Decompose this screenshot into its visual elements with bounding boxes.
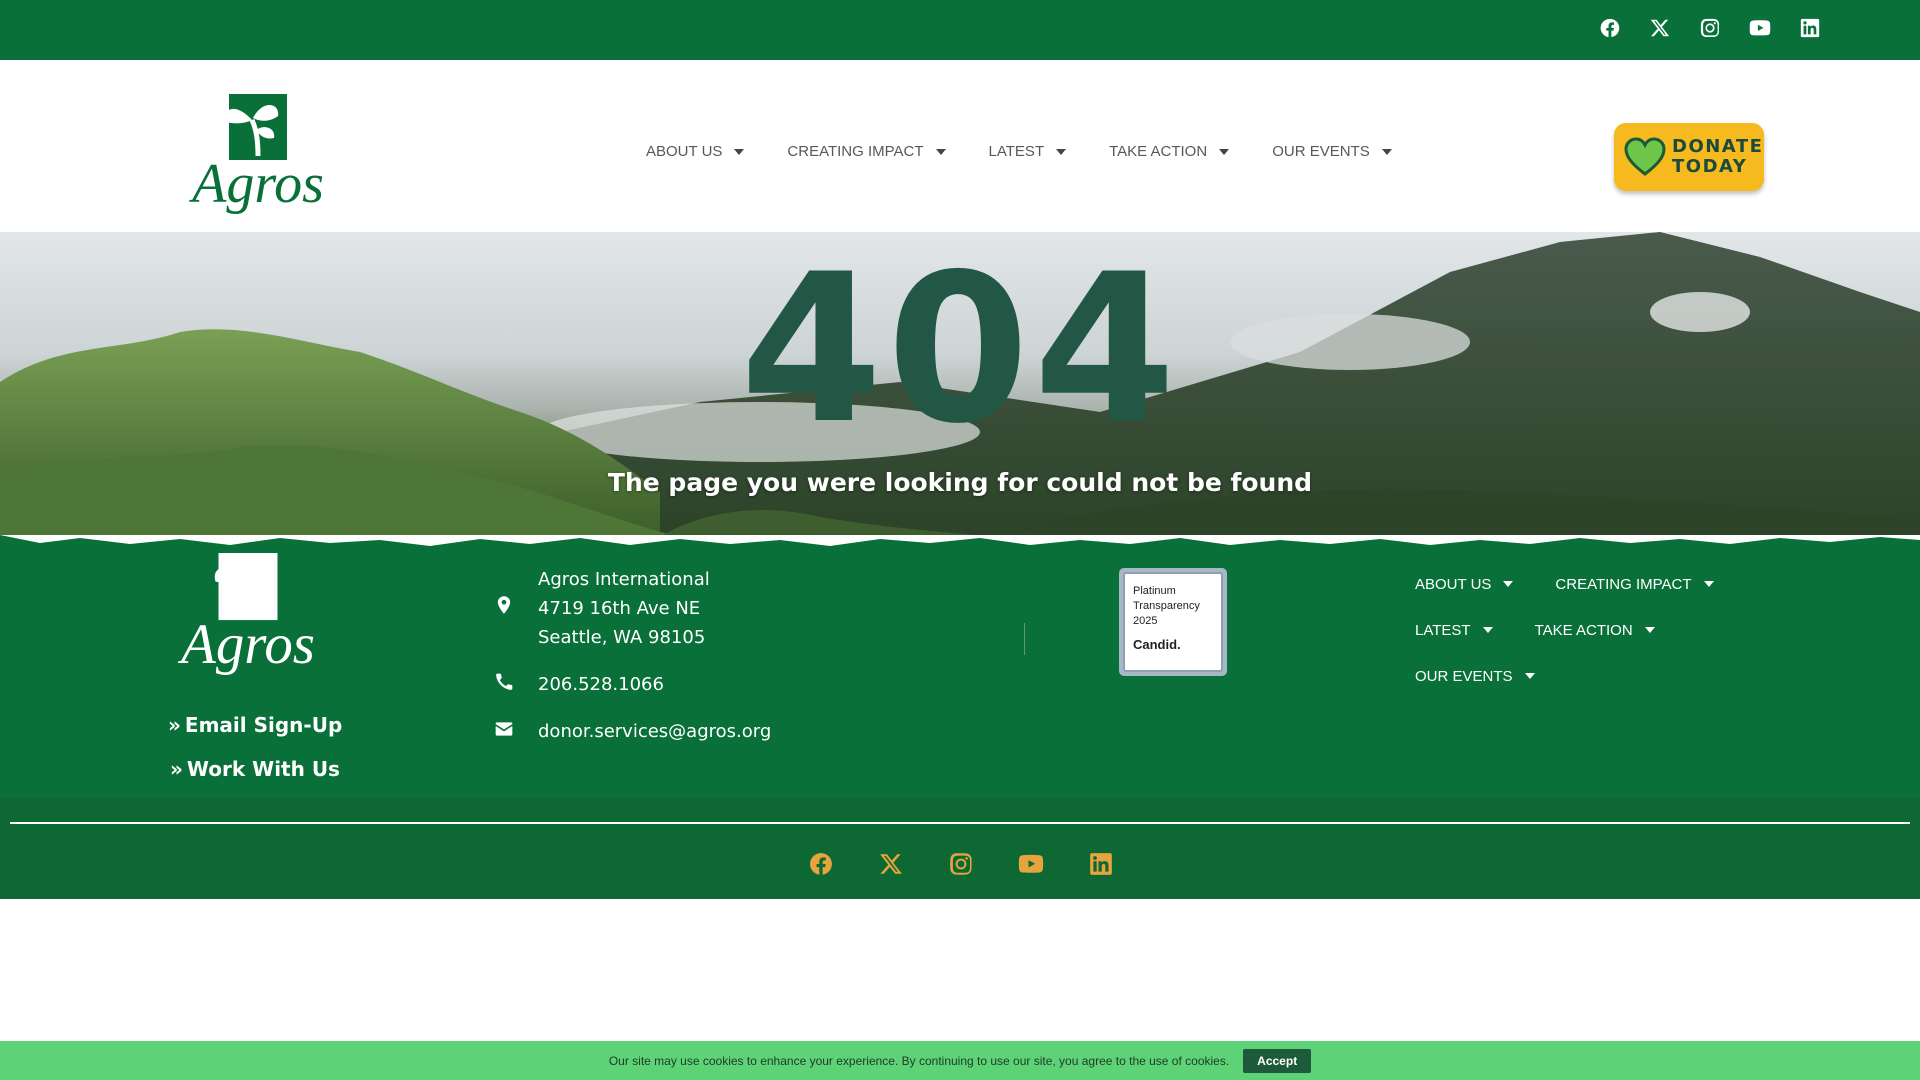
agros-logo-mark — [186, 94, 330, 214]
donate-label: DONATE TODAY — [1672, 137, 1763, 177]
vertical-divider — [1024, 623, 1025, 655]
top-bar — [0, 0, 1920, 60]
instagram-link[interactable] — [946, 849, 975, 878]
work-with-us-link[interactable]: » Work With Us — [170, 757, 340, 781]
error-code: 404 — [740, 232, 1180, 469]
header-social-links — [1596, 14, 1824, 42]
nav-label: ABOUT US — [1415, 575, 1492, 593]
footer-nav-about-us[interactable]: ABOUT US — [1415, 575, 1514, 593]
nav-label: TAKE ACTION — [1534, 621, 1633, 639]
youtube-icon — [1018, 851, 1044, 877]
x-twitter-link[interactable] — [876, 849, 905, 878]
main-nav: ABOUT US CREATING IMPACT LATEST TAKE ACT… — [646, 143, 1435, 160]
facebook-icon — [1599, 17, 1621, 39]
footer-divider-line — [10, 822, 1910, 824]
footer-agros-logo[interactable] — [168, 553, 328, 675]
footer-nav-our-events[interactable]: OUR EVENTS — [1415, 667, 1535, 685]
youtube-link[interactable] — [1016, 849, 1045, 878]
nav-our-events[interactable]: OUR EVENTS — [1272, 143, 1392, 160]
heart-icon — [1624, 137, 1666, 176]
caret-down-icon — [1503, 581, 1514, 587]
donate-today-button[interactable]: DONATE TODAY — [1614, 123, 1764, 191]
linkedin-link[interactable] — [1086, 849, 1115, 878]
org-name: Agros International — [538, 569, 710, 590]
caret-down-icon — [1381, 148, 1392, 155]
badge-line-3: 2025 — [1133, 615, 1158, 627]
nav-label: LATEST — [1415, 621, 1471, 639]
badge-brand: Candid. — [1133, 637, 1181, 652]
phone-row[interactable]: 206.528.1066 — [492, 670, 812, 699]
nav-label: TAKE ACTION — [1109, 143, 1208, 160]
nav-label: CREATING IMPACT — [787, 143, 924, 160]
footer-bottom — [0, 798, 1920, 899]
cookie-message: Our site may use cookies to enhance your… — [608, 1053, 1230, 1068]
facebook-link[interactable] — [1596, 14, 1624, 42]
nav-creating-impact[interactable]: CREATING IMPACT — [787, 143, 946, 160]
badge-card: Platinum Transparency 2025 Candid. — [1123, 572, 1223, 672]
double-chevron-right-icon: » — [168, 713, 181, 737]
error-message: The page you were looking for could not … — [607, 468, 1313, 497]
donate-line-2: TODAY — [1672, 156, 1748, 177]
address-row: Agros International 4719 16th Ave NE Sea… — [492, 565, 812, 652]
footer-nav-creating-impact[interactable]: CREATING IMPACT — [1555, 575, 1714, 593]
caret-down-icon — [734, 148, 745, 155]
youtube-icon — [1749, 17, 1771, 39]
linkedin-icon — [1088, 851, 1114, 877]
envelope-icon — [492, 719, 516, 743]
cookie-banner: Our site may use cookies to enhance your… — [0, 1041, 1920, 1080]
nav-label: ABOUT US — [646, 143, 723, 160]
phone-number: 206.528.1066 — [538, 674, 664, 695]
work-with-us-label: Work With Us — [186, 757, 340, 781]
caret-down-icon — [1703, 581, 1714, 587]
phone-icon — [492, 672, 516, 696]
facebook-link[interactable] — [806, 849, 835, 878]
x-twitter-icon — [1649, 17, 1671, 39]
footer-nav-take-action[interactable]: TAKE ACTION — [1535, 621, 1655, 639]
caret-down-icon — [935, 148, 946, 155]
nav-label: OUR EVENTS — [1415, 667, 1513, 685]
email-row[interactable]: donor.services@agros.org — [492, 717, 812, 746]
linkedin-icon — [1799, 17, 1821, 39]
caret-down-icon — [1482, 627, 1493, 633]
nav-label: CREATING IMPACT — [1555, 575, 1692, 593]
street-address: 4719 16th Ave NE — [538, 598, 701, 619]
instagram-icon — [948, 851, 974, 877]
agros-logo[interactable] — [186, 94, 330, 214]
footer-social-links — [806, 849, 1115, 878]
instagram-icon — [1699, 17, 1721, 39]
candid-transparency-badge[interactable]: Platinum Transparency 2025 Candid. — [1119, 568, 1227, 676]
youtube-link[interactable] — [1746, 14, 1774, 42]
city-address: Seattle, WA 98105 — [538, 627, 706, 648]
hero-banner: 404 The page you were looking for could … — [0, 232, 1920, 537]
linkedin-link[interactable] — [1796, 14, 1824, 42]
x-twitter-icon — [878, 851, 904, 877]
badge-line-1: Platinum — [1133, 585, 1176, 597]
nav-label: OUR EVENTS — [1272, 143, 1370, 160]
footer-nav-latest[interactable]: LATEST — [1415, 621, 1493, 639]
accept-cookies-button[interactable]: Accept — [1243, 1048, 1312, 1073]
map-pin-icon — [492, 595, 516, 619]
instagram-link[interactable] — [1696, 14, 1724, 42]
caret-down-icon — [1219, 148, 1230, 155]
x-twitter-link[interactable] — [1646, 14, 1674, 42]
caret-down-icon — [1524, 673, 1535, 679]
nav-take-action[interactable]: TAKE ACTION — [1109, 143, 1230, 160]
caret-down-icon — [1056, 148, 1067, 155]
caret-down-icon — [1644, 627, 1655, 633]
site-header: ABOUT US CREATING IMPACT LATEST TAKE ACT… — [0, 60, 1920, 232]
contact-info: Agros International 4719 16th Ave NE Sea… — [492, 565, 812, 746]
footer-logo-mark — [168, 553, 328, 675]
nav-label: LATEST — [988, 143, 1045, 160]
facebook-icon — [808, 851, 834, 877]
email-address: donor.services@agros.org — [538, 721, 772, 742]
badge-line-2: Transparency — [1133, 600, 1200, 612]
email-signup-link[interactable]: » Email Sign-Up — [168, 713, 342, 737]
double-chevron-right-icon: » — [170, 757, 183, 781]
footer-nav: ABOUT US CREATING IMPACT LATEST TAKE ACT… — [1415, 575, 1755, 713]
site-footer: » Email Sign-Up » Work With Us Agros Inter… — [0, 535, 1920, 798]
donate-line-1: DONATE — [1672, 136, 1764, 157]
email-signup-label: Email Sign-Up — [184, 713, 343, 737]
nav-about-us[interactable]: ABOUT US — [646, 143, 745, 160]
nav-latest[interactable]: LATEST — [989, 143, 1067, 160]
